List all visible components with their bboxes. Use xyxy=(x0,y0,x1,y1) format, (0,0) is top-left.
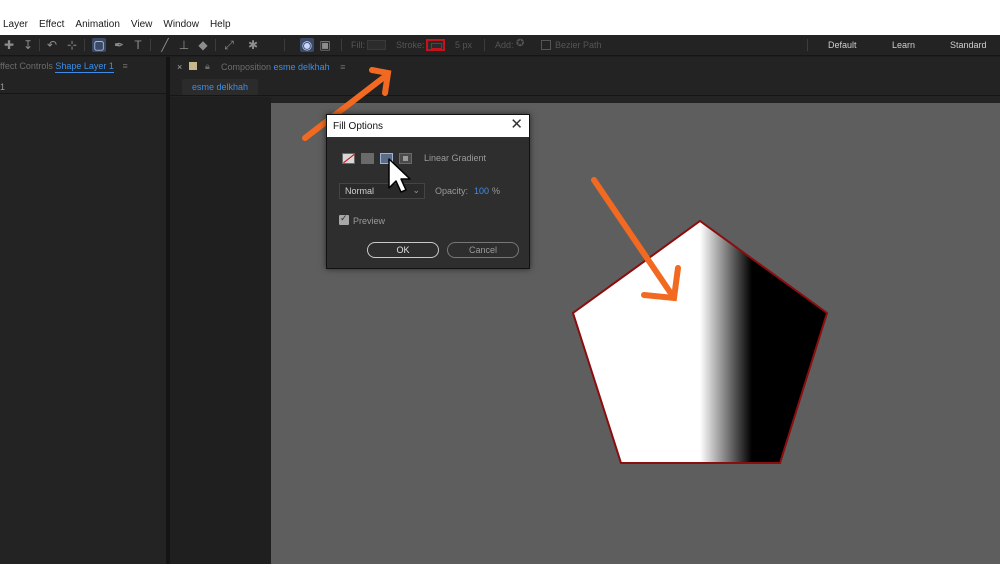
pan-behind-icon[interactable]: ⊹ xyxy=(65,38,79,52)
pen-tool-icon[interactable]: ✒ xyxy=(112,38,126,52)
toolbar-divider xyxy=(284,39,285,51)
snap-icon[interactable]: ◉ xyxy=(300,38,314,52)
menu-effect[interactable]: Effect xyxy=(39,19,64,30)
blend-mode-value: Normal xyxy=(345,186,375,196)
rotate-icon[interactable]: ↶ xyxy=(45,38,59,52)
effect-controls-row: 1 xyxy=(0,82,6,92)
tools-panel: ✚ ↧ ↶ ⊹ ▢ ✒ T ╱ ⊥ ◆ ⤢ ✱ ◉ ▣ Fill: Stroke… xyxy=(0,35,1000,56)
effect-controls-layer-name[interactable]: Shape Layer 1 xyxy=(55,61,114,73)
close-icon[interactable]: ✕ xyxy=(510,117,523,133)
bezier-path-checkbox[interactable] xyxy=(541,40,551,50)
add-dropdown-icon[interactable]: ✪ xyxy=(516,38,524,49)
fill-label: Fill: xyxy=(351,40,365,50)
text-tool-icon[interactable]: T xyxy=(131,38,145,52)
workspace-learn[interactable]: Learn xyxy=(892,40,915,50)
composition-panel: × 🔒︎ Composition esme delkhah ≡ esme del… xyxy=(170,57,1000,564)
toolbar-divider xyxy=(215,39,216,51)
menu-items: Layer Effect Animation View Window Help xyxy=(0,19,242,30)
opacity-unit: % xyxy=(492,186,501,196)
composition-tab[interactable]: Composition esme delkhah ≡ xyxy=(221,62,345,72)
toolbar-divider xyxy=(484,39,485,51)
workspace-divider xyxy=(807,39,808,51)
puppet-pin-icon[interactable]: ✱ xyxy=(246,38,260,52)
dialog-title-bar: Fill Options ✕ xyxy=(327,115,529,137)
panel-menu-icon[interactable]: ≡ xyxy=(122,61,127,71)
effect-controls-tab-prefix: ffect Controls xyxy=(0,61,53,71)
preview-label: Preview xyxy=(353,216,386,226)
composition-tab-prefix: Composition xyxy=(221,62,272,72)
clone-stamp-icon[interactable]: ⊥ xyxy=(177,38,191,52)
workspace-default[interactable]: Default xyxy=(828,40,857,50)
toolbar-divider xyxy=(341,39,342,51)
roto-brush-icon[interactable]: ⤢ xyxy=(222,38,236,52)
fill-swatch[interactable] xyxy=(367,40,386,50)
composition-tab-bar: × 🔒︎ Composition esme delkhah ≡ xyxy=(170,57,1000,77)
down-arrow-icon[interactable]: ↧ xyxy=(21,38,35,52)
toolbar-divider xyxy=(84,39,85,51)
cancel-button[interactable]: Cancel xyxy=(447,242,519,258)
opacity-value[interactable]: 100 xyxy=(474,186,489,196)
close-tab-icon[interactable]: × xyxy=(177,62,182,72)
composition-pasteboard xyxy=(170,97,271,564)
fill-options-dialog: Fill Options ✕ Linear Gradient Normal ⌄ … xyxy=(326,114,530,269)
panel-divider xyxy=(0,93,166,94)
shape-tool-icon[interactable]: ▢ xyxy=(92,38,106,52)
ok-button[interactable]: OK xyxy=(367,242,439,258)
add-anchor-icon[interactable]: ✚ xyxy=(2,38,16,52)
composition-color-swatch xyxy=(189,62,197,70)
menu-view[interactable]: View xyxy=(131,19,153,30)
menu-help[interactable]: Help xyxy=(210,19,231,30)
chevron-down-icon: ⌄ xyxy=(412,185,420,195)
effect-controls-panel: ffect Controls Shape Layer 1 ≡ 1 xyxy=(0,57,166,564)
composition-subtab[interactable]: esme delkhah xyxy=(182,79,259,95)
eraser-icon[interactable]: ◆ xyxy=(196,38,210,52)
dialog-title: Fill Options xyxy=(333,121,384,132)
stroke-swatch[interactable] xyxy=(426,39,445,51)
brush-icon[interactable]: ╱ xyxy=(158,38,172,52)
add-label[interactable]: Add: xyxy=(495,40,514,50)
composition-tab-name: esme delkhah xyxy=(273,62,330,72)
toolbar-divider xyxy=(39,39,40,51)
menu-animation[interactable]: Animation xyxy=(75,19,119,30)
workspace-standard[interactable]: Standard xyxy=(950,40,987,50)
mouse-cursor-icon xyxy=(388,158,411,193)
menu-window[interactable]: Window xyxy=(163,19,199,30)
fill-none-icon[interactable] xyxy=(342,153,355,164)
lock-icon[interactable]: 🔒︎ xyxy=(205,61,210,72)
fill-solid-icon[interactable] xyxy=(361,153,374,164)
fill-type-label: Linear Gradient xyxy=(424,153,487,163)
menu-bar: Layer Effect Animation View Window Help xyxy=(0,0,1000,35)
panel-menu-icon[interactable]: ≡ xyxy=(340,62,345,72)
preview-checkbox[interactable] xyxy=(339,213,349,225)
menu-layer[interactable]: Layer xyxy=(3,19,28,30)
opacity-label: Opacity: xyxy=(435,186,469,196)
bezier-path-label: Bezier Path xyxy=(555,40,602,50)
mask-icon[interactable]: ▣ xyxy=(318,38,332,52)
blend-mode-select[interactable]: Normal ⌄ xyxy=(339,183,425,199)
effect-controls-tab[interactable]: ffect Controls Shape Layer 1 ≡ xyxy=(0,61,128,73)
composition-subtabs: esme delkhah xyxy=(170,77,1000,96)
stroke-width[interactable]: 5 px xyxy=(455,40,472,50)
toolbar-divider xyxy=(150,39,151,51)
stroke-label: Stroke: xyxy=(396,40,425,50)
